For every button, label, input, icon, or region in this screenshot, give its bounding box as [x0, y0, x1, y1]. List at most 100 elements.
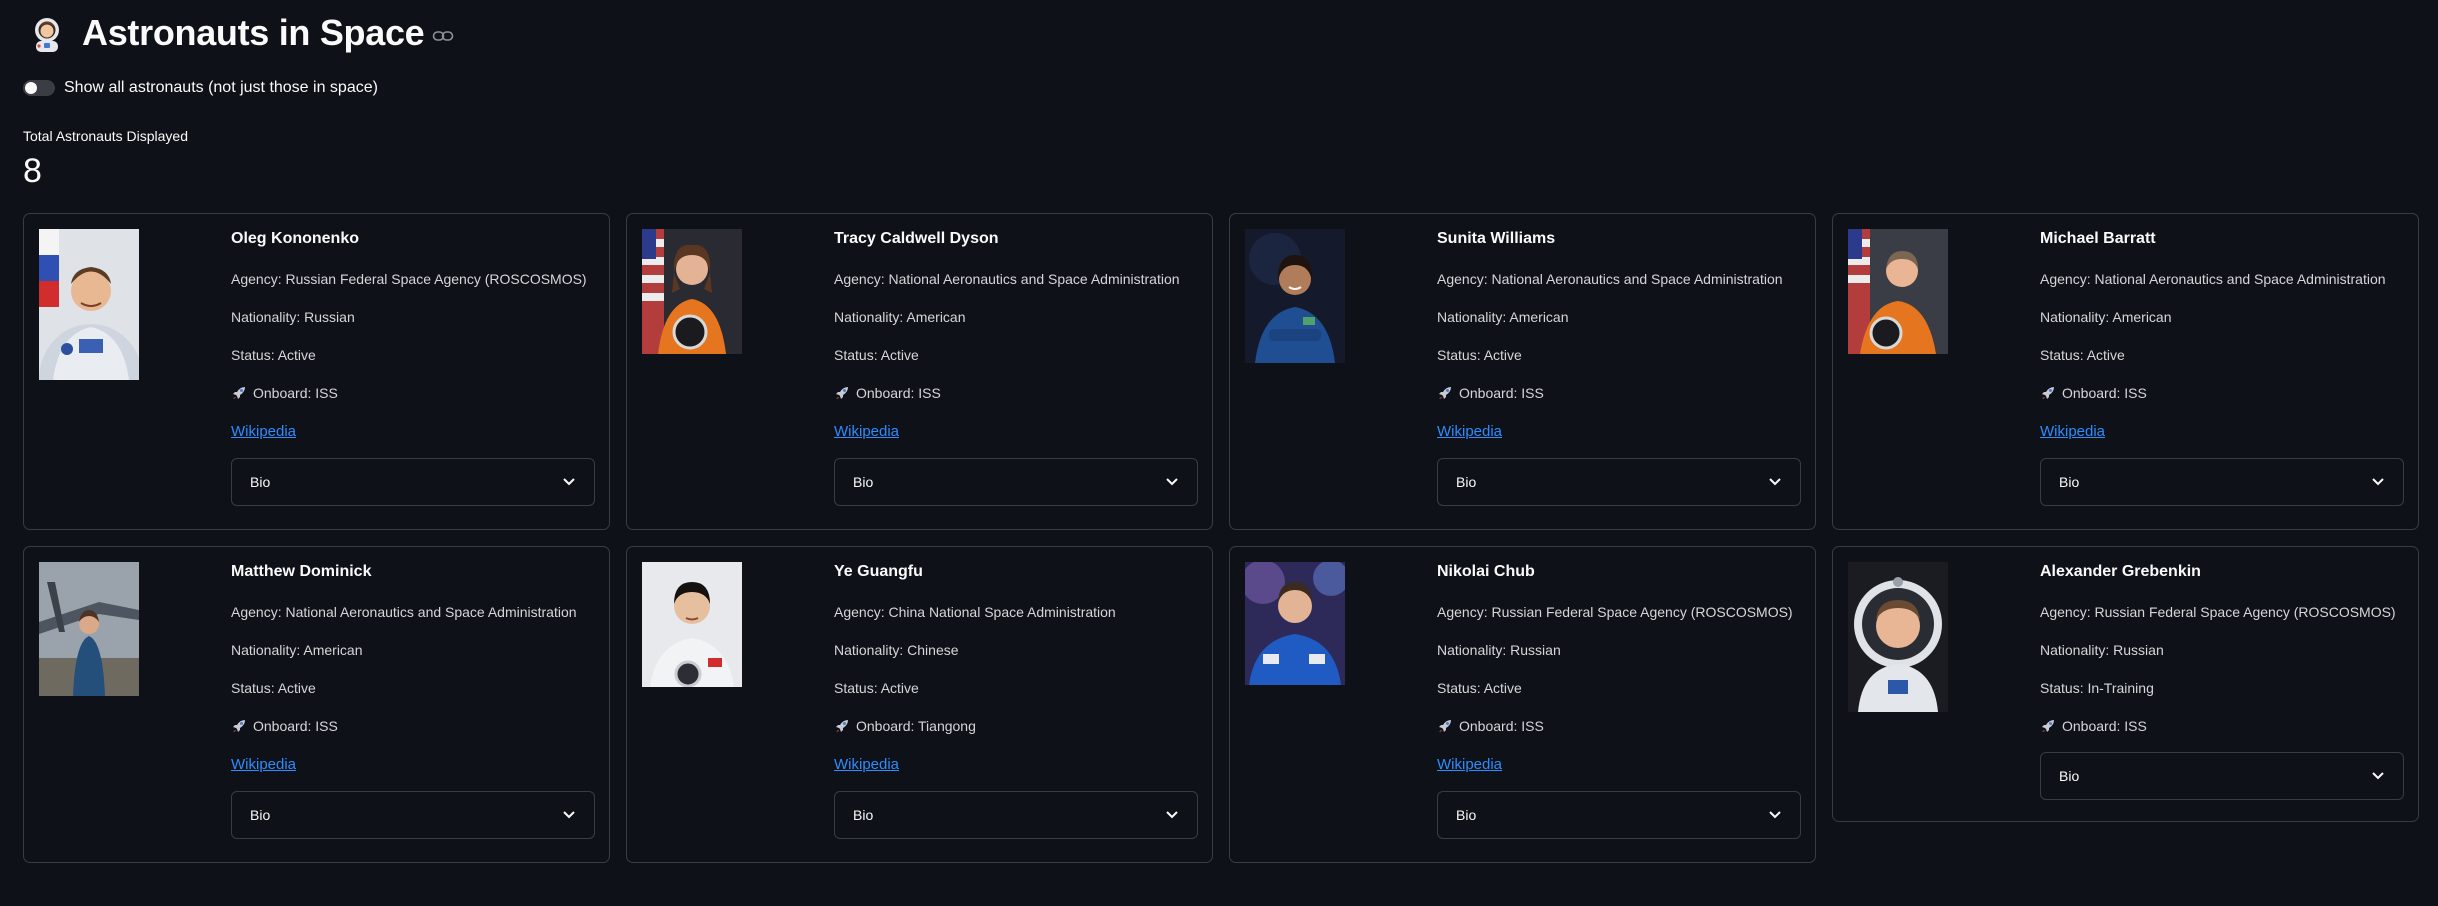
astronaut-status: Status: Active — [231, 347, 316, 363]
rocket-icon — [1439, 387, 1451, 399]
astronaut-status: Status: In-Training — [2040, 680, 2154, 696]
astronaut-nationality: Nationality: American — [834, 309, 966, 325]
astronaut-photo — [642, 229, 742, 354]
astronaut-nationality: Nationality: American — [2040, 309, 2172, 325]
bio-label: Bio — [853, 807, 874, 823]
bio-expander[interactable]: Bio — [1437, 458, 1801, 506]
astronaut-status: Status: Active — [1437, 347, 1522, 363]
onboard-text: Onboard: Tiangong — [856, 718, 976, 734]
astronaut-info: Michael Barratt Agency: National Aeronau… — [2040, 228, 2404, 506]
astronaut-status: Status: Active — [2040, 347, 2125, 363]
app-page: Astronauts in Space Show all astronauts … — [0, 0, 2438, 906]
astronaut-name: Matthew Dominick — [231, 563, 372, 580]
bio-label: Bio — [853, 474, 874, 490]
wikipedia-link[interactable]: Wikipedia — [231, 754, 595, 776]
astronaut-info: Tracy Caldwell Dyson Agency: National Ae… — [834, 228, 1198, 506]
wikipedia-link[interactable]: Wikipedia — [1437, 421, 1801, 443]
astronaut-onboard: Onboard: ISS — [1437, 715, 1801, 737]
page-header: Astronauts in Space — [28, 8, 454, 58]
astronaut-onboard: Onboard: Tiangong — [834, 715, 1198, 737]
rocket-icon — [2042, 720, 2054, 732]
astronaut-onboard: Onboard: ISS — [1437, 382, 1801, 404]
astronaut-name: Nikolai Chub — [1437, 563, 1535, 580]
onboard-text: Onboard: ISS — [1459, 385, 1544, 401]
chevron-down-icon — [1166, 811, 1178, 819]
astronaut-card: Nikolai Chub Agency: Russian Federal Spa… — [1229, 546, 1816, 863]
astronaut-nationality: Nationality: Russian — [2040, 642, 2164, 658]
astronaut-nationality: Nationality: American — [1437, 309, 1569, 325]
astronaut-nationality: Nationality: Chinese — [834, 642, 959, 658]
astronaut-nationality: Nationality: Russian — [231, 309, 355, 325]
astronaut-name: Ye Guangfu — [834, 563, 923, 580]
astronaut-card: Michael Barratt Agency: National Aeronau… — [1832, 213, 2419, 530]
bio-expander[interactable]: Bio — [834, 791, 1198, 839]
astronaut-card: Oleg Kononenko Agency: Russian Federal S… — [23, 213, 610, 530]
wikipedia-link[interactable]: Wikipedia — [834, 421, 1198, 443]
astronaut-agency: Agency: China National Space Administrat… — [834, 604, 1116, 620]
astronaut-emoji-icon — [35, 18, 59, 52]
astronaut-name: Michael Barratt — [2040, 230, 2156, 247]
astronaut-agency: Agency: National Aeronautics and Space A… — [834, 271, 1180, 287]
bio-expander[interactable]: Bio — [231, 458, 595, 506]
astronaut-info: Ye Guangfu Agency: China National Space … — [834, 561, 1198, 839]
onboard-text: Onboard: ISS — [856, 385, 941, 401]
astronaut-name: Alexander Grebenkin — [2040, 563, 2201, 580]
astronaut-agency: Agency: National Aeronautics and Space A… — [1437, 271, 1783, 287]
astronaut-info: Sunita Williams Agency: National Aeronau… — [1437, 228, 1801, 506]
astronaut-name: Tracy Caldwell Dyson — [834, 230, 999, 247]
wikipedia-link[interactable]: Wikipedia — [2040, 421, 2404, 443]
onboard-text: Onboard: ISS — [1459, 718, 1544, 734]
bio-expander[interactable]: Bio — [1437, 791, 1801, 839]
onboard-text: Onboard: ISS — [253, 718, 338, 734]
astronaut-info: Matthew Dominick Agency: National Aerona… — [231, 561, 595, 839]
astronaut-info: Oleg Kononenko Agency: Russian Federal S… — [231, 228, 595, 506]
rocket-icon — [2042, 387, 2054, 399]
onboard-text: Onboard: ISS — [2062, 385, 2147, 401]
astronaut-photo — [39, 229, 139, 380]
astronaut-agency: Agency: National Aeronautics and Space A… — [2040, 271, 2386, 287]
astronaut-onboard: Onboard: ISS — [2040, 715, 2404, 737]
bio-expander[interactable]: Bio — [834, 458, 1198, 506]
astronaut-photo — [1848, 562, 1948, 712]
toggle-knob — [25, 82, 37, 94]
astronaut-grid: Oleg Kononenko Agency: Russian Federal S… — [23, 213, 2419, 863]
bio-label: Bio — [250, 474, 271, 490]
chevron-down-icon — [1769, 478, 1781, 486]
bio-expander[interactable]: Bio — [231, 791, 595, 839]
astronaut-status: Status: Active — [231, 680, 316, 696]
rocket-icon — [1439, 720, 1451, 732]
astronaut-name: Oleg Kononenko — [231, 230, 359, 247]
astronaut-onboard: Onboard: ISS — [231, 382, 595, 404]
astronaut-onboard: Onboard: ISS — [231, 715, 595, 737]
rocket-icon — [836, 720, 848, 732]
astronaut-status: Status: Active — [834, 347, 919, 363]
astronaut-card: Matthew Dominick Agency: National Aerona… — [23, 546, 610, 863]
wikipedia-link[interactable]: Wikipedia — [1437, 754, 1801, 776]
bio-expander[interactable]: Bio — [2040, 752, 2404, 800]
astronaut-info: Nikolai Chub Agency: Russian Federal Spa… — [1437, 561, 1801, 839]
bio-expander[interactable]: Bio — [2040, 458, 2404, 506]
show-all-toggle[interactable] — [23, 80, 55, 96]
show-all-toggle-row: Show all astronauts (not just those in s… — [23, 78, 378, 98]
astronaut-onboard: Onboard: ISS — [2040, 382, 2404, 404]
bio-label: Bio — [2059, 474, 2080, 490]
bio-label: Bio — [250, 807, 271, 823]
astronaut-status: Status: Active — [834, 680, 919, 696]
astronaut-photo — [1245, 562, 1345, 685]
metric-label: Total Astronauts Displayed — [23, 128, 188, 144]
wikipedia-link[interactable]: Wikipedia — [834, 754, 1198, 776]
astronaut-agency: Agency: Russian Federal Space Agency (RO… — [2040, 604, 2396, 620]
bio-label: Bio — [1456, 807, 1477, 823]
astronaut-nationality: Nationality: Russian — [1437, 642, 1561, 658]
chevron-down-icon — [563, 478, 575, 486]
astronaut-agency: Agency: National Aeronautics and Space A… — [231, 604, 577, 620]
link-icon[interactable] — [432, 29, 454, 43]
onboard-text: Onboard: ISS — [2062, 718, 2147, 734]
page-title: Astronauts in Space — [82, 12, 425, 53]
chevron-down-icon — [2372, 478, 2384, 486]
astronaut-status: Status: Active — [1437, 680, 1522, 696]
astronaut-card: Tracy Caldwell Dyson Agency: National Ae… — [626, 213, 1213, 530]
wikipedia-link[interactable]: Wikipedia — [231, 421, 595, 443]
show-all-toggle-label[interactable]: Show all astronauts (not just those in s… — [64, 79, 378, 97]
astronaut-photo — [642, 562, 742, 687]
